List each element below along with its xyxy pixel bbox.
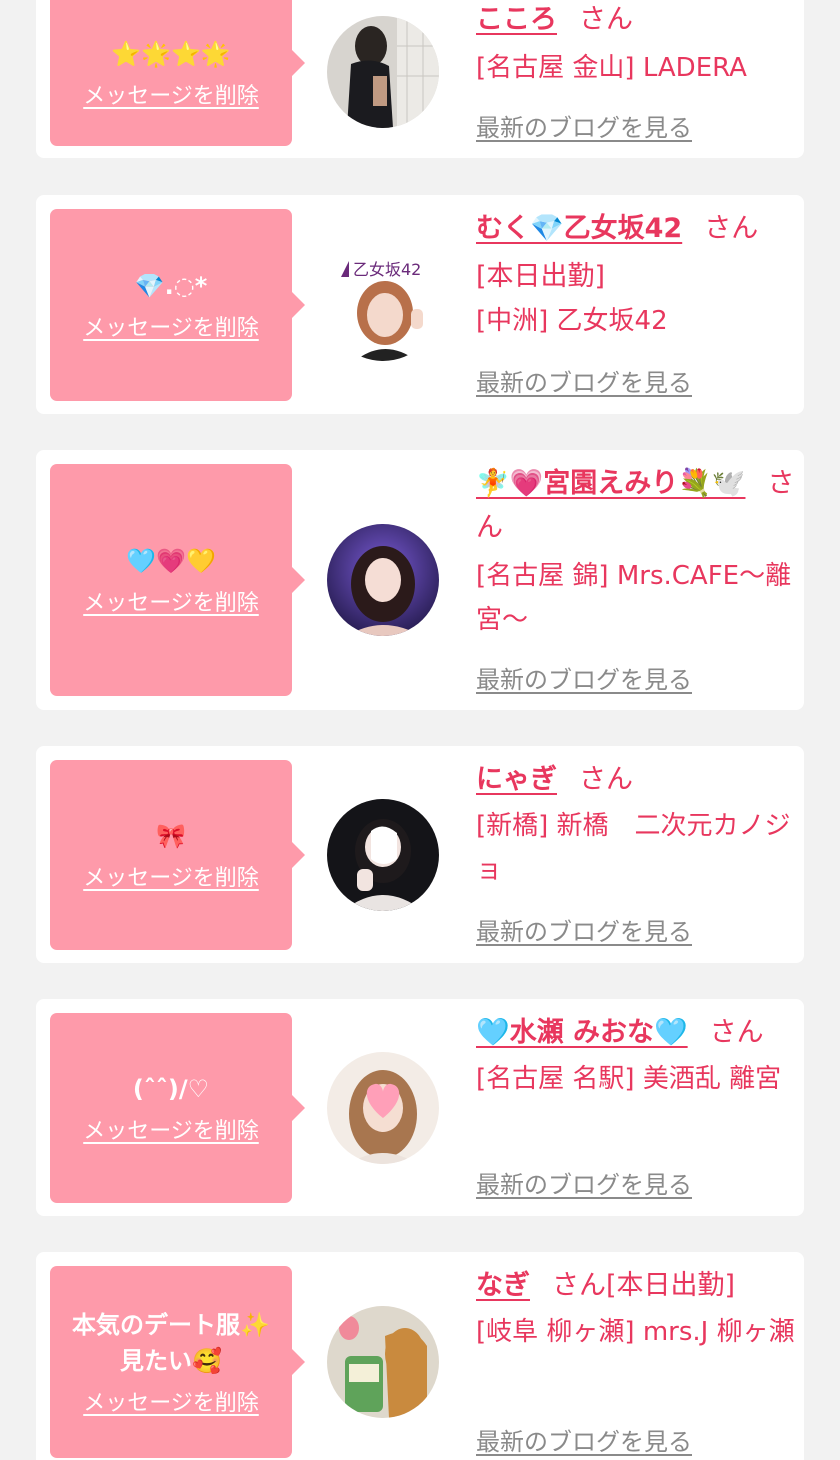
avatar[interactable] xyxy=(327,524,439,636)
message-card: 💎.◌* メッセージを削除 乙女坂42 むく💎乙女坂42 さん [本日出勤] [中… xyxy=(36,195,804,414)
delete-message-link[interactable]: メッセージを削除 xyxy=(83,310,259,342)
work-status: [本日出勤] xyxy=(606,1270,736,1301)
shop-name: [岐阜 柳ヶ瀬] mrs.J 柳ヶ瀬 xyxy=(476,1317,795,1347)
delete-message-link[interactable]: メッセージを削除 xyxy=(83,1385,259,1417)
message-bubble: (ˆˆ)/♡ メッセージを削除 xyxy=(50,1013,305,1203)
name-line: こころ さん xyxy=(476,0,796,40)
name-line: にゃぎ さん xyxy=(476,760,796,800)
shop-name: [名古屋 金山] LADERA xyxy=(476,53,747,83)
avatar-photo xyxy=(327,1052,439,1164)
name-line: 🩵水瀬 みおな🩵 さん xyxy=(476,1013,796,1053)
message-card: (ˆˆ)/♡ メッセージを削除 🩵水瀬 みおな🩵 さん [名古屋 名駅] 美酒乱 … xyxy=(36,999,804,1216)
message-bubble: 🎀 メッセージを削除 xyxy=(50,760,305,950)
avatar-photo xyxy=(327,799,439,911)
delete-message-link[interactable]: メッセージを削除 xyxy=(83,585,259,617)
girl-name-link[interactable]: こころ xyxy=(476,4,557,35)
name-line: むく💎乙女坂42 さん xyxy=(476,209,796,249)
girl-info: にゃぎ さん [新橋] 新橋 二次元カノジョ xyxy=(476,760,796,892)
latest-blog-link[interactable]: 最新のブログを見る xyxy=(476,912,692,947)
girl-info: こころ さん [名古屋 金山] LADERA xyxy=(476,0,796,90)
girl-info: なぎ さん[本日出勤] [岐阜 柳ヶ瀬] mrs.J 柳ヶ瀬 xyxy=(476,1266,796,1354)
latest-blog-link[interactable]: 最新のブログを見る xyxy=(476,108,692,143)
latest-blog-link[interactable]: 最新のブログを見る xyxy=(476,1422,692,1457)
message-text: ⭐🌟⭐🌟 xyxy=(111,40,231,68)
latest-blog-link[interactable]: 最新のブログを見る xyxy=(476,660,692,695)
message-card: 🎀 メッセージを削除 にゃぎ さん [新橋] 新橋 二次元カノジョ 最新のブログを… xyxy=(36,746,804,963)
girl-name-link[interactable]: 🩵水瀬 みおな🩵 xyxy=(476,1017,688,1048)
girl-info: むく💎乙女坂42 さん [本日出勤] [中洲] 乙女坂42 xyxy=(476,209,796,343)
girl-name-link[interactable]: にゃぎ xyxy=(476,764,557,795)
message-bubble: 本気のデート服✨ 見たい🥰 メッセージを削除 xyxy=(50,1266,305,1458)
message-bubble: ⭐🌟⭐🌟 メッセージを削除 xyxy=(50,0,305,146)
girl-info: 🩵水瀬 みおな🩵 さん [名古屋 名駅] 美酒乱 離宮 xyxy=(476,1013,796,1101)
avatar-photo xyxy=(327,1306,439,1418)
message-card: 本気のデート服✨ 見たい🥰 メッセージを削除 なぎ さん[本日出勤] [岐阜 柳ヶ… xyxy=(36,1252,804,1460)
name-line: なぎ さん[本日出勤] xyxy=(476,1266,796,1306)
delete-message-link[interactable]: メッセージを削除 xyxy=(83,78,259,110)
girl-name-link[interactable]: 🧚💗宮園えみり💐🕊️ xyxy=(476,468,745,499)
message-list: ⭐🌟⭐🌟 メッセージを削除 こころ さん [名古屋 金山] LADERA 最新のブ xyxy=(0,0,840,1460)
girl-info: 🧚💗宮園えみり💐🕊️ さん [名古屋 錦] Mrs.CAFE〜離宮〜 xyxy=(476,462,796,642)
work-status: [本日出勤] xyxy=(476,261,606,292)
delete-message-link[interactable]: メッセージを削除 xyxy=(83,860,259,892)
avatar[interactable] xyxy=(327,799,439,911)
honorific: さん xyxy=(579,764,633,795)
honorific: さん xyxy=(552,1270,606,1301)
latest-blog-link[interactable]: 最新のブログを見る xyxy=(476,1165,692,1200)
avatar-photo xyxy=(327,524,439,636)
message-text: (ˆˆ)/♡ xyxy=(132,1075,210,1103)
shop-name: [新橋] 新橋 二次元カノジョ xyxy=(476,811,791,885)
svg-text:乙女坂42: 乙女坂42 xyxy=(353,260,421,279)
latest-blog-link[interactable]: 最新のブログを見る xyxy=(476,363,692,398)
avatar[interactable] xyxy=(327,1306,439,1418)
message-text: 本気のデート服✨ 見たい🥰 xyxy=(72,1311,270,1375)
avatar-photo: 乙女坂42 xyxy=(327,249,439,361)
honorific: さん xyxy=(709,1017,764,1048)
message-text: 💎.◌* xyxy=(134,272,208,300)
shop-name: [名古屋 名駅] 美酒乱 離宮 xyxy=(476,1064,782,1094)
girl-name-link[interactable]: なぎ xyxy=(476,1270,530,1301)
honorific: さん xyxy=(579,4,633,35)
avatar-photo xyxy=(327,16,439,128)
message-text: 🎀 xyxy=(156,822,186,850)
honorific: さん xyxy=(704,213,759,244)
avatar[interactable]: 乙女坂42 xyxy=(327,249,439,361)
message-bubble: 💎.◌* メッセージを削除 xyxy=(50,209,305,401)
message-card: ⭐🌟⭐🌟 メッセージを削除 こころ さん [名古屋 金山] LADERA 最新のブ xyxy=(36,0,804,158)
delete-message-link[interactable]: メッセージを削除 xyxy=(83,1113,259,1145)
avatar[interactable] xyxy=(327,16,439,128)
name-line: 🧚💗宮園えみり💐🕊️ さん xyxy=(476,462,796,550)
shop-name: [名古屋 錦] Mrs.CAFE〜離宮〜 xyxy=(476,561,792,635)
message-text: 🩵💗💛 xyxy=(126,547,216,575)
avatar[interactable] xyxy=(327,1052,439,1164)
girl-name-link[interactable]: むく💎乙女坂42 xyxy=(476,213,682,244)
message-card: 🩵💗💛 メッセージを削除 🧚💗宮園えみり💐🕊️ さん [名古屋 錦] Mrs.C… xyxy=(36,450,804,710)
shop-name: [中洲] 乙女坂42 xyxy=(476,306,668,336)
message-bubble: 🩵💗💛 メッセージを削除 xyxy=(50,464,305,696)
